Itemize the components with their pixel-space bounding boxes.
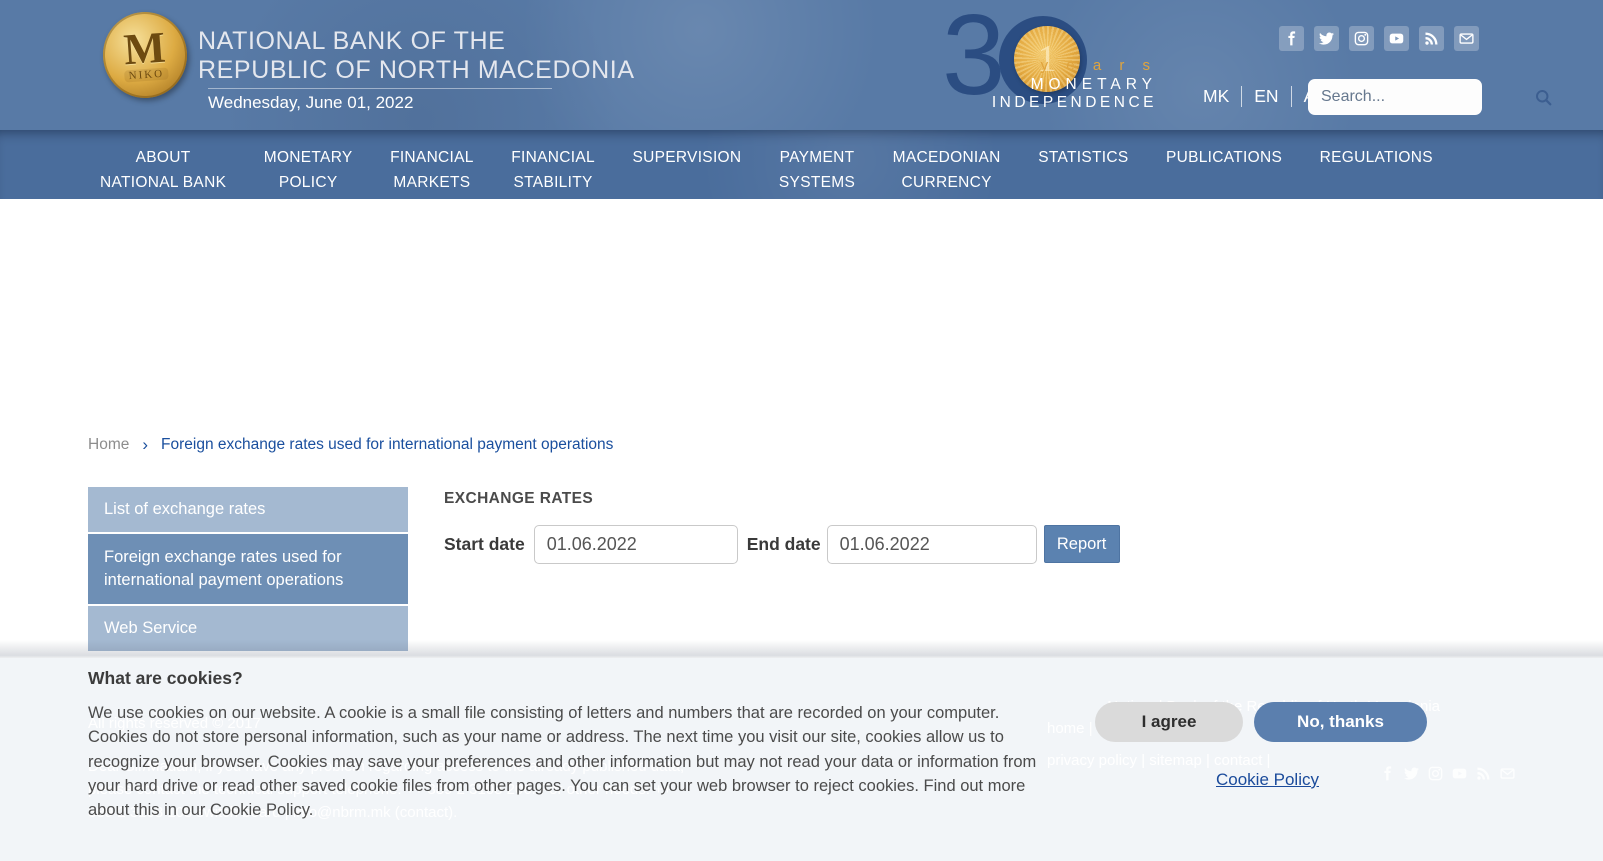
breadcrumb-separator-icon: › xyxy=(142,435,148,455)
current-date: Wednesday, June 01, 2022 xyxy=(208,93,413,113)
cookie-policy-link[interactable]: Cookie Policy xyxy=(1216,770,1319,790)
nav-payment-systems[interactable]: PAYMENTSYSTEMS xyxy=(779,145,855,195)
nav-supervision[interactable]: SUPERVISION xyxy=(632,145,741,170)
content-area: Home › Foreign exchange rates used for i… xyxy=(0,199,1603,658)
page: M NIKO NATIONAL BANK OF THE REPUBLIC OF … xyxy=(0,0,1603,861)
nav-macedonian-currency[interactable]: MACEDONIANCURRENCY xyxy=(893,145,1001,195)
nav-publications[interactable]: PUBLICATIONS xyxy=(1166,145,1282,170)
nav-about-national-bank[interactable]: ABOUTNATIONAL BANK xyxy=(100,145,226,195)
cookie-body-line: your hard drive or read other saved cook… xyxy=(88,774,1036,798)
exchange-rates-form: Start date End date Report xyxy=(444,524,1120,564)
breadcrumb: Home › Foreign exchange rates used for i… xyxy=(88,435,613,455)
breadcrumb-current-link[interactable]: Foreign exchange rates used for internat… xyxy=(161,436,613,454)
nav-financial-stability[interactable]: FINANCIALSTABILITY xyxy=(511,145,595,195)
cookie-body-line: Cookies do not store personal informatio… xyxy=(88,725,1036,749)
email-icon[interactable] xyxy=(1454,26,1479,51)
end-date-input[interactable] xyxy=(827,525,1037,564)
breadcrumb-home-link[interactable]: Home xyxy=(88,436,129,454)
cookie-banner-body: We use cookies on our website. A cookie … xyxy=(88,701,1036,822)
cookie-banner-title: What are cookies? xyxy=(88,668,243,689)
rss-icon[interactable] xyxy=(1419,26,1444,51)
sidebar-item-list-of-exchange-rates[interactable]: List of exchange rates xyxy=(88,487,408,532)
cookie-banner: What are cookies? We use cookies on our … xyxy=(0,658,1603,861)
cookie-decline-button[interactable]: No, thanks xyxy=(1254,702,1427,742)
sidebar-item-foreign-exchange-rates[interactable]: Foreign exchange rates used for internat… xyxy=(88,534,408,604)
lang-mk[interactable]: MK xyxy=(1191,86,1241,107)
social-icons-row xyxy=(1279,26,1479,51)
search-box xyxy=(1308,79,1482,115)
lang-en[interactable]: EN xyxy=(1241,86,1290,107)
cookie-body-line: recognize your browser. Cookies may save… xyxy=(88,750,1036,774)
report-button[interactable]: Report xyxy=(1044,525,1120,563)
footer-top-shadow xyxy=(0,640,1603,658)
site-header: M NIKO NATIONAL BANK OF THE REPUBLIC OF … xyxy=(0,0,1603,130)
sidebar-menu: List of exchange rates Foreign exchange … xyxy=(88,487,408,651)
youtube-icon[interactable] xyxy=(1384,26,1409,51)
anniversary-independence-label: INDEPENDENCE xyxy=(992,94,1157,112)
anniversary-years-label: y e a r s xyxy=(1041,57,1157,74)
coin-caption: NIKO xyxy=(124,67,168,82)
cookie-body-line: about this in our Cookie Policy. xyxy=(88,798,1036,822)
anniversary-monetary-label: MONETARY xyxy=(1031,76,1157,94)
instagram-icon[interactable] xyxy=(1349,26,1374,51)
bank-title: NATIONAL BANK OF THE REPUBLIC OF NORTH M… xyxy=(198,27,635,85)
twitter-icon[interactable] xyxy=(1314,26,1339,51)
nav-monetary-policy[interactable]: MONETARYPOLICY xyxy=(264,145,353,195)
nav-regulations[interactable]: REGULATIONS xyxy=(1320,145,1433,170)
start-date-label: Start date xyxy=(444,534,525,555)
end-date-label: End date xyxy=(747,534,821,555)
start-date-input[interactable] xyxy=(534,525,738,564)
main-nav: ABOUTNATIONAL BANK MONETARYPOLICY FINANC… xyxy=(0,130,1603,199)
bank-title-line2: REPUBLIC OF NORTH MACEDONIA xyxy=(198,56,635,85)
facebook-icon[interactable] xyxy=(1279,26,1304,51)
anniversary-digit-3: 3 xyxy=(942,6,1005,106)
header-divider xyxy=(208,88,552,89)
bank-title-line1: NATIONAL BANK OF THE xyxy=(198,27,635,56)
nav-statistics[interactable]: STATISTICS xyxy=(1038,145,1128,170)
search-input[interactable] xyxy=(1308,79,1534,115)
cookie-agree-button[interactable]: I agree xyxy=(1095,702,1243,742)
search-icon[interactable] xyxy=(1534,79,1553,115)
cookie-body-line: We use cookies on our website. A cookie … xyxy=(88,701,1036,725)
bank-coin-logo[interactable]: M NIKO xyxy=(100,9,190,101)
page-title: EXCHANGE RATES xyxy=(444,490,593,508)
nav-financial-markets[interactable]: FINANCIALMARKETS xyxy=(390,145,474,195)
coin-letter: M xyxy=(122,28,166,71)
